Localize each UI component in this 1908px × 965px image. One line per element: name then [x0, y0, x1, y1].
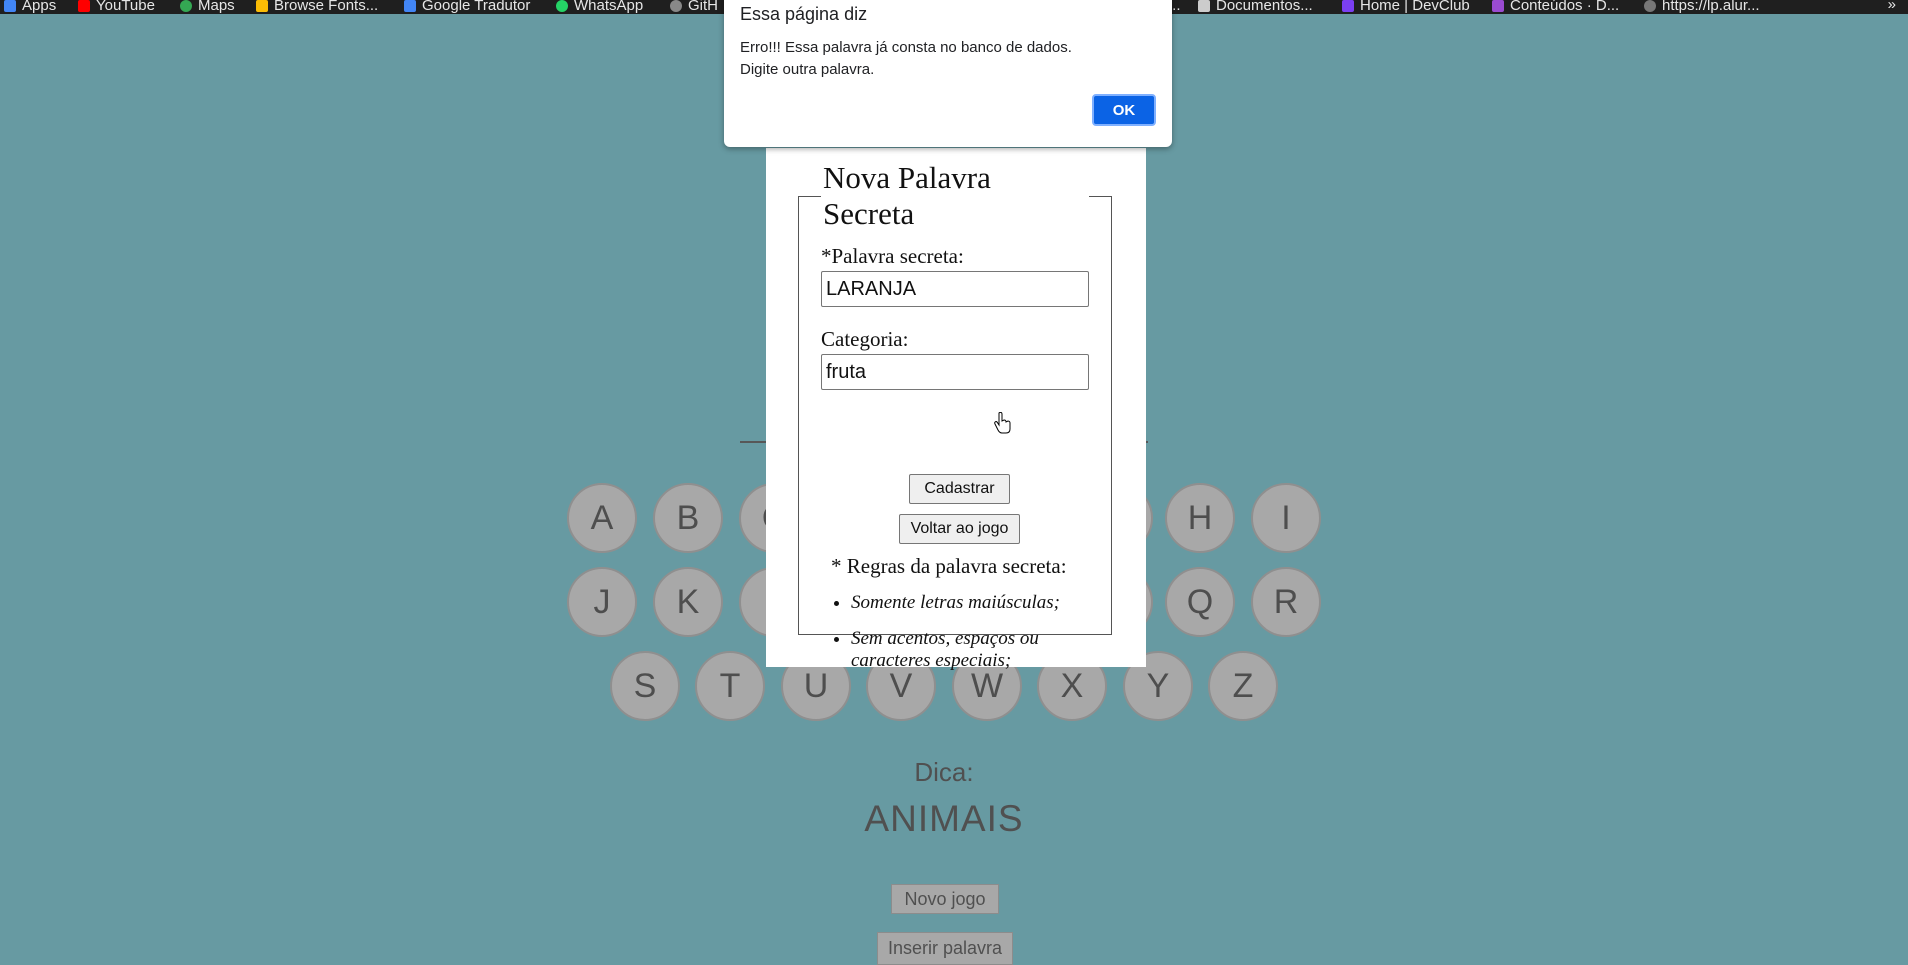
category-label: Categoria:: [821, 327, 909, 351]
bookmark-label: GitH: [688, 0, 718, 14]
bookmark-maps[interactable]: Maps: [180, 0, 235, 14]
rules-title: * Regras da palavra secreta:: [831, 554, 1067, 578]
key-s[interactable]: S: [610, 651, 680, 721]
key-h[interactable]: H: [1165, 483, 1235, 553]
category-input[interactable]: [821, 354, 1089, 390]
key-i[interactable]: I: [1251, 483, 1321, 553]
devclub-icon: [1342, 0, 1354, 12]
hint-label: Dica:: [914, 757, 974, 787]
letter-slot: [1146, 441, 1148, 443]
key-k[interactable]: K: [653, 567, 723, 637]
maps-pin-icon: [180, 0, 192, 12]
alert-message: Erro!!! Essa palavra já consta no banco …: [740, 37, 1072, 81]
rule-item: Sem acentos, espaços ou caracteres espec…: [851, 628, 1081, 672]
key-b[interactable]: B: [653, 483, 723, 553]
new-word-panel: Nova Palavra Secreta *Palavra secreta: C…: [766, 148, 1146, 671]
register-button[interactable]: Cadastrar: [909, 474, 1010, 504]
bookmark-github[interactable]: GitH: [670, 0, 718, 14]
whatsapp-icon: [556, 0, 568, 12]
bookmark-browse-fonts[interactable]: Browse Fonts...: [256, 0, 379, 14]
letter-slot: [740, 441, 766, 443]
bookmark-alura[interactable]: https://lp.alur...: [1644, 0, 1760, 14]
bookmark-label: Browse Fonts...: [274, 0, 379, 14]
bookmark-label: Documentos...: [1216, 0, 1313, 14]
form-title: Nova Palavra Secreta: [823, 160, 991, 231]
key-z[interactable]: Z: [1208, 651, 1278, 721]
back-to-game-button[interactable]: Voltar ao jogo: [899, 514, 1020, 544]
alert-message-line: Digite outra palavra.: [740, 61, 875, 78]
bookmark-google-tradutor[interactable]: Google Tradutor: [404, 0, 531, 14]
google-translate-icon: [404, 0, 416, 12]
key-j[interactable]: J: [567, 567, 637, 637]
devclub-icon: [1492, 0, 1504, 12]
insert-word-button[interactable]: Inserir palavra: [877, 932, 1013, 965]
bookmark-devclub[interactable]: Home | DevClub: [1342, 0, 1470, 14]
bookmark-documentos[interactable]: Documentos...: [1198, 0, 1313, 14]
bookmark-label: Google Tradutor: [422, 0, 531, 14]
google-fonts-icon: [256, 0, 268, 12]
more-bookmarks-icon[interactable]: »: [1888, 0, 1896, 12]
ok-button[interactable]: OK: [1092, 94, 1156, 126]
alert-dialog: Essa página diz Erro!!! Essa palavra já …: [724, 0, 1172, 147]
new-game-button[interactable]: Novo jogo: [891, 884, 999, 914]
secret-word-label: *Palavra secreta:: [821, 244, 964, 268]
secret-word-input[interactable]: [821, 271, 1089, 307]
bookmark-label: WhatsApp: [574, 0, 644, 14]
rules-list: Somente letras maiúsculas; Sem acentos, …: [829, 592, 1081, 686]
bookmark-conteudos[interactable]: Conteúdos · D...: [1492, 0, 1620, 14]
bookmark-apps[interactable]: Apps: [4, 0, 57, 14]
alert-message-line: Erro!!! Essa palavra já consta no banco …: [740, 39, 1072, 56]
alert-title: Essa página diz: [740, 4, 868, 24]
hand-pointer-icon: [994, 412, 1011, 434]
bookmark-youtube[interactable]: YouTube: [78, 0, 155, 14]
rule-item: Somente letras maiúsculas;: [851, 592, 1081, 614]
key-r[interactable]: R: [1251, 567, 1321, 637]
document-icon: [1198, 0, 1210, 12]
new-word-fieldset: Nova Palavra Secreta *Palavra secreta: C…: [798, 160, 1112, 671]
key-t[interactable]: T: [695, 651, 765, 721]
apps-icon: [4, 0, 16, 12]
bookmark-label: Home | DevClub: [1360, 0, 1470, 14]
bookmark-label: https://lp.alur...: [1662, 0, 1760, 14]
bookmark-label: YouTube: [96, 0, 155, 14]
globe-icon: [1644, 0, 1656, 12]
bookmark-label: Maps: [198, 0, 235, 14]
hint-value: ANIMAIS: [864, 798, 1024, 839]
bookmark-label: Conteúdos · D...: [1510, 0, 1620, 14]
key-a[interactable]: A: [567, 483, 637, 553]
bookmark-whatsapp[interactable]: WhatsApp: [556, 0, 644, 14]
key-q[interactable]: Q: [1165, 567, 1235, 637]
bookmark-label: Apps: [22, 0, 57, 14]
youtube-icon: [78, 0, 90, 12]
github-icon: [670, 0, 682, 12]
